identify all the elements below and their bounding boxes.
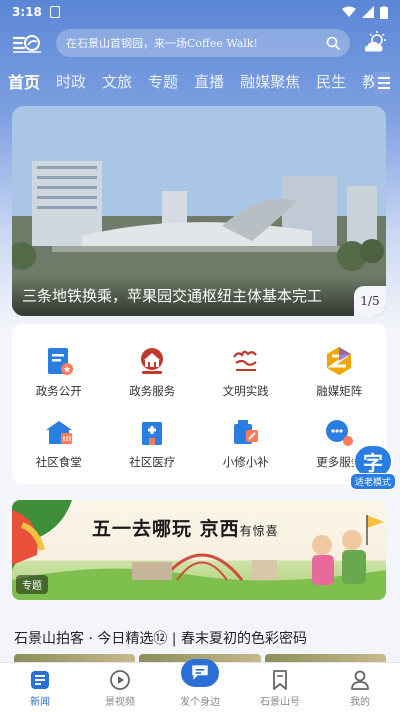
service-label: 文明实践 bbox=[222, 383, 269, 398]
medical-building-icon bbox=[142, 421, 163, 445]
service-gov-disclosure[interactable]: 政务公开 bbox=[12, 336, 106, 407]
service-label: 融媒矩阵 bbox=[316, 383, 363, 398]
promo-topic-tag: 专题 bbox=[16, 575, 48, 594]
service-label: 社区食堂 bbox=[35, 454, 82, 469]
tab-home[interactable]: 首页 bbox=[8, 69, 40, 93]
tab-topics[interactable]: 专题 bbox=[148, 71, 178, 92]
video-play-icon bbox=[110, 670, 130, 690]
government-building-icon bbox=[141, 347, 164, 374]
search-placeholder: 在石景山首钢园，来一场Coffee Walk! bbox=[66, 37, 258, 50]
service-label: 社区医疗 bbox=[129, 454, 176, 469]
headline-banner[interactable]: 三条地铁换乘，苹果园交通枢纽主体基本完工 1/5 bbox=[12, 106, 386, 316]
media-matrix-icon bbox=[327, 346, 352, 375]
nav-label: 我的 bbox=[350, 697, 370, 708]
canteen-icon bbox=[45, 420, 72, 444]
cloudy-sun-icon[interactable] bbox=[362, 30, 388, 56]
banner-pager: 1/5 bbox=[354, 286, 386, 316]
promo-title: 五一去哪玩 京西有惊喜 bbox=[92, 514, 279, 541]
banner-caption: 三条地铁换乘，苹果园交通枢纽主体基本完工 bbox=[12, 276, 386, 316]
elder-mode-label: 适老模式 bbox=[350, 473, 397, 490]
service-label: 政务公开 bbox=[35, 383, 82, 398]
profile-icon bbox=[351, 670, 369, 690]
nav-profile[interactable]: 我的 bbox=[320, 663, 400, 712]
search-icon[interactable] bbox=[326, 36, 340, 50]
document-star-icon bbox=[47, 347, 73, 375]
news-icon bbox=[31, 671, 49, 689]
tab-livelihood[interactable]: 民生 bbox=[316, 71, 346, 92]
service-community-medical[interactable]: 社区医疗 bbox=[106, 407, 200, 478]
service-community-canteen[interactable]: 社区食堂 bbox=[12, 407, 106, 478]
status-time: 3:18 bbox=[12, 5, 42, 19]
nav-label: 景视频 bbox=[105, 697, 135, 708]
service-grid: 政务公开 政务服务 文明实践 融媒矩阵 社区食堂 社区医疗 小修小补 更多服务 bbox=[12, 324, 386, 484]
promo-title-main: 五一去哪玩 京西 bbox=[92, 518, 240, 540]
promo-title-small: 有惊喜 bbox=[239, 524, 279, 538]
service-label: 政务服务 bbox=[129, 383, 176, 398]
more-services-icon bbox=[326, 419, 354, 446]
service-media-matrix[interactable]: 融媒矩阵 bbox=[293, 336, 387, 407]
wifi-icon bbox=[342, 6, 356, 17]
nav-video[interactable]: 景视频 bbox=[80, 663, 160, 712]
signal-icon bbox=[362, 6, 374, 18]
shijingshan-logo-icon[interactable] bbox=[12, 30, 42, 56]
elder-mode-button[interactable]: 字 适老模式 bbox=[350, 444, 397, 490]
bookmark-icon bbox=[273, 670, 287, 690]
channel-menu-icon[interactable] bbox=[374, 72, 390, 94]
nav-label: 石景山号 bbox=[260, 697, 300, 708]
service-gov-services[interactable]: 政务服务 bbox=[106, 336, 200, 407]
service-civilization-practice[interactable]: 文明实践 bbox=[199, 336, 293, 407]
nav-news[interactable]: 新闻 bbox=[0, 663, 80, 712]
nav-shijingshan-account[interactable]: 石景山号 bbox=[240, 663, 320, 712]
tab-media-focus[interactable]: 融媒聚焦 bbox=[240, 71, 300, 92]
app-header: 在石景山首钢园，来一场Coffee Walk! bbox=[0, 28, 400, 58]
article-title[interactable]: 石景山拍客 · 今日精选⑫ | 春末夏初的色彩密码 bbox=[14, 628, 386, 648]
channel-tabs: 首页 时政 文旅 专题 直播 融媒聚焦 民生 教 bbox=[0, 66, 400, 96]
sim-card-icon bbox=[49, 6, 60, 18]
nav-post[interactable]: 发个身边 bbox=[160, 659, 240, 712]
nav-label: 新闻 bbox=[30, 697, 50, 708]
tab-live[interactable]: 直播 bbox=[194, 71, 224, 92]
promo-banner[interactable]: 五一去哪玩 京西有惊喜 专题 bbox=[12, 500, 386, 600]
nav-label: 发个身边 bbox=[180, 697, 220, 708]
bottom-navigation: 新闻 景视频 发个身边 石景山号 我的 bbox=[0, 659, 400, 712]
service-label: 小修小补 bbox=[222, 454, 269, 469]
tab-culture-travel[interactable]: 文旅 bbox=[102, 71, 132, 92]
civilization-practice-logo-icon bbox=[232, 350, 257, 371]
repair-tools-icon bbox=[233, 419, 258, 444]
tab-politics[interactable]: 时政 bbox=[56, 71, 86, 92]
status-bar: 3:18 bbox=[0, 0, 400, 24]
search-bar[interactable]: 在石景山首钢园，来一场Coffee Walk! bbox=[56, 29, 350, 57]
battery-icon bbox=[380, 5, 388, 19]
service-repair[interactable]: 小修小补 bbox=[199, 407, 293, 478]
post-bubble-icon bbox=[181, 659, 219, 687]
